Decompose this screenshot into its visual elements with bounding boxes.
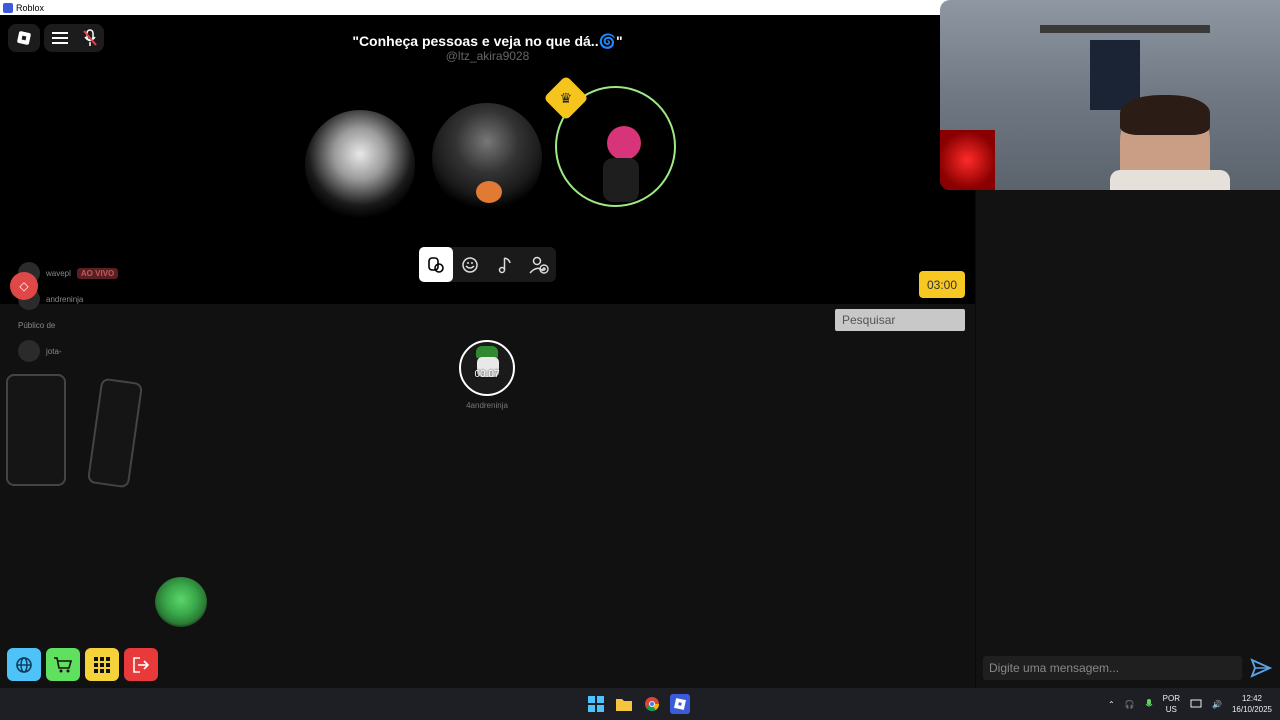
chat-panel (976, 190, 1280, 688)
avatar-body (603, 158, 639, 202)
avatar (18, 340, 40, 362)
action-tabs (419, 247, 556, 282)
avatar-hair (607, 126, 641, 160)
chat-message-input[interactable]: Digite uma mensagem... (983, 656, 1242, 680)
webcam-streamer-hair (1120, 95, 1210, 135)
network-icon[interactable] (1190, 699, 1202, 709)
person-name: jota- (46, 346, 62, 356)
globe-button[interactable] (7, 648, 41, 681)
webcam-shelf (1040, 25, 1210, 33)
keyboard-layout: US (1165, 705, 1177, 714)
language-code: POR (1162, 694, 1180, 703)
list-item[interactable]: jota- (18, 338, 118, 364)
avatar-shirt (476, 181, 502, 203)
stage-area: "Conheça pessoas e veja no que dá..🌀" @l… (0, 15, 975, 362)
grid-icon (94, 656, 110, 673)
apps-button[interactable] (85, 648, 119, 681)
language-indicator[interactable]: POR US (1163, 693, 1180, 715)
phone-mockup-image (2, 370, 144, 492)
crown-icon: ♛ (559, 89, 573, 106)
record-button[interactable]: ◇ (10, 272, 38, 300)
speaking-time: 00:07 (474, 369, 500, 380)
countdown-timer: 03:00 (919, 271, 965, 298)
windows-start-icon[interactable] (586, 694, 606, 714)
user-voice-bubble[interactable]: 00:07 (459, 340, 515, 396)
music-note-icon (498, 256, 511, 273)
avatar-portrait-1[interactable] (305, 110, 415, 220)
taskbar-pinned-apps (586, 694, 690, 714)
phone-right (86, 377, 144, 489)
globe-icon (16, 656, 32, 673)
taskbar-clock[interactable]: 12:42 16/10/2025 (1232, 693, 1272, 715)
send-icon (1250, 658, 1272, 678)
webcam-streamer-shirt (1110, 170, 1230, 190)
file-explorer-icon[interactable] (614, 694, 634, 714)
avatar-portrait-2[interactable] (432, 103, 542, 213)
search-input[interactable]: Pesquisar (835, 309, 965, 331)
system-tray: ⌃ 🎧 POR US 🔊 12:42 16/10/2025 (1108, 693, 1272, 715)
add-user-icon (529, 256, 549, 274)
clock-date: 16/10/2025 (1231, 705, 1272, 714)
tab-emotes[interactable] (453, 247, 487, 282)
person-name: Público de (18, 320, 56, 330)
send-button[interactable] (1248, 656, 1274, 680)
webcam-overlay (940, 0, 1280, 190)
record-diamond-icon: ◇ (19, 279, 29, 293)
user-bubble-name: 4andreninja (466, 401, 508, 410)
window-title: Roblox (16, 2, 45, 13)
person-name: andreninja (46, 294, 84, 304)
smiley-icon (462, 256, 479, 273)
exit-button[interactable] (124, 648, 158, 681)
game-viewport: "Conheça pessoas e veja no que dá..🌀" @l… (0, 15, 975, 688)
headphones-icon[interactable]: 🎧 (1125, 700, 1135, 709)
mic-icon[interactable] (1145, 698, 1153, 710)
tab-voice[interactable] (419, 247, 454, 282)
webcam-red-light (940, 130, 995, 190)
phone-left (6, 374, 66, 486)
roblox-app-icon (3, 2, 13, 13)
voice-bubble-icon (428, 256, 444, 273)
tab-music[interactable] (488, 247, 522, 282)
shop-button[interactable] (46, 648, 80, 681)
bottom-action-bar (7, 648, 158, 681)
tab-add-friend[interactable] (522, 247, 556, 282)
windows-taskbar: ⌃ 🎧 POR US 🔊 12:42 16/10/2025 (0, 688, 1280, 720)
chrome-icon[interactable] (642, 694, 662, 714)
list-item[interactable]: Público de (18, 312, 118, 338)
user-handle: @ltz_akira9028 (445, 49, 530, 63)
clock-time: 12:42 (1241, 694, 1262, 703)
chevron-up-icon[interactable]: ⌃ (1108, 700, 1115, 709)
live-badge: AO VIVO (76, 267, 119, 279)
roblox-taskbar-icon[interactable] (670, 694, 690, 714)
volume-icon[interactable]: 🔊 (1212, 700, 1222, 709)
cart-icon (54, 656, 73, 672)
status-quote: "Conheça pessoas e veja no que dá..🌀" (352, 33, 623, 49)
exit-icon (133, 656, 150, 673)
green-avatar-sprite[interactable] (155, 577, 207, 627)
person-name: wavepl (46, 268, 71, 278)
